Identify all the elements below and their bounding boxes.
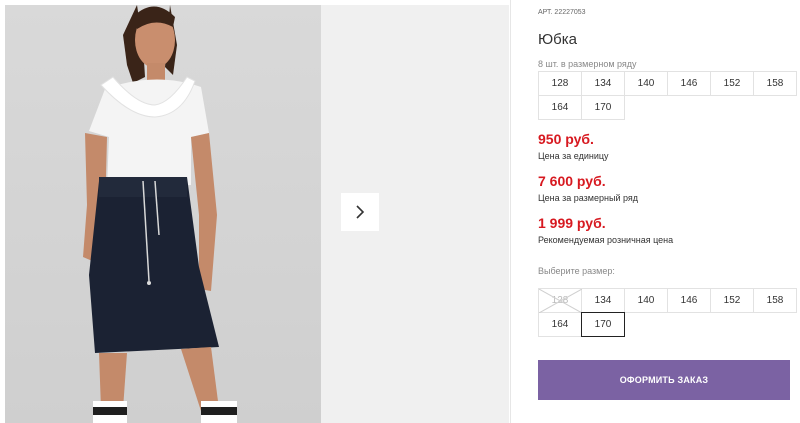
unit-price: 950 руб. — [538, 131, 594, 147]
size-option-164[interactable]: 164 — [538, 312, 582, 337]
size-row-cell: 146 — [667, 71, 711, 96]
article-value: 22227053 — [554, 9, 586, 16]
product-gallery — [5, 5, 509, 423]
size-row-cell: 170 — [581, 95, 625, 120]
row-price-label: Цена за размерный ряд — [538, 193, 639, 203]
size-option-128: 128 — [538, 288, 582, 313]
unavailable-cross-icon — [539, 289, 582, 313]
size-option-170[interactable]: 170 — [581, 312, 625, 337]
size-option-140[interactable]: 140 — [624, 288, 668, 313]
size-picker: 128 134 140 146 152 158 164 170 — [538, 288, 797, 337]
gallery-next-button[interactable] — [341, 193, 379, 231]
size-row-hint: 8 шт. в размерном ряду — [538, 59, 637, 69]
product-photo-illustration — [83, 5, 237, 423]
article-number: АРТ. 22227053 — [538, 9, 586, 16]
unit-price-label: Цена за единицу — [538, 151, 609, 161]
size-row-grid: 128 134 140 146 152 158 164 170 — [538, 71, 797, 120]
row-price: 7 600 руб. — [538, 173, 606, 189]
size-row-cell: 152 — [710, 71, 754, 96]
product-info: АРТ. 22227053 Юбка 8 шт. в размерном ряд… — [538, 0, 800, 423]
size-row-cell: 140 — [624, 71, 668, 96]
place-order-button[interactable]: ОФОРМИТЬ ЗАКАЗ — [538, 360, 790, 400]
product-title: Юбка — [538, 31, 577, 48]
panel-divider — [510, 0, 511, 423]
product-photo — [5, 5, 321, 423]
size-option-152[interactable]: 152 — [710, 288, 754, 313]
size-row-cell: 158 — [753, 71, 797, 96]
size-row-cell: 134 — [581, 71, 625, 96]
size-option-134[interactable]: 134 — [581, 288, 625, 313]
size-row-cell: 128 — [538, 71, 582, 96]
size-option-146[interactable]: 146 — [667, 288, 711, 313]
retail-price-label: Рекомендуемая розничная цена — [538, 235, 674, 245]
retail-price: 1 999 руб. — [538, 215, 606, 231]
article-label: АРТ. — [538, 9, 553, 16]
size-row-cell: 164 — [538, 95, 582, 120]
size-option-158[interactable]: 158 — [753, 288, 797, 313]
chevron-right-icon — [356, 205, 365, 219]
choose-size-label: Выберите размер: — [538, 266, 615, 276]
